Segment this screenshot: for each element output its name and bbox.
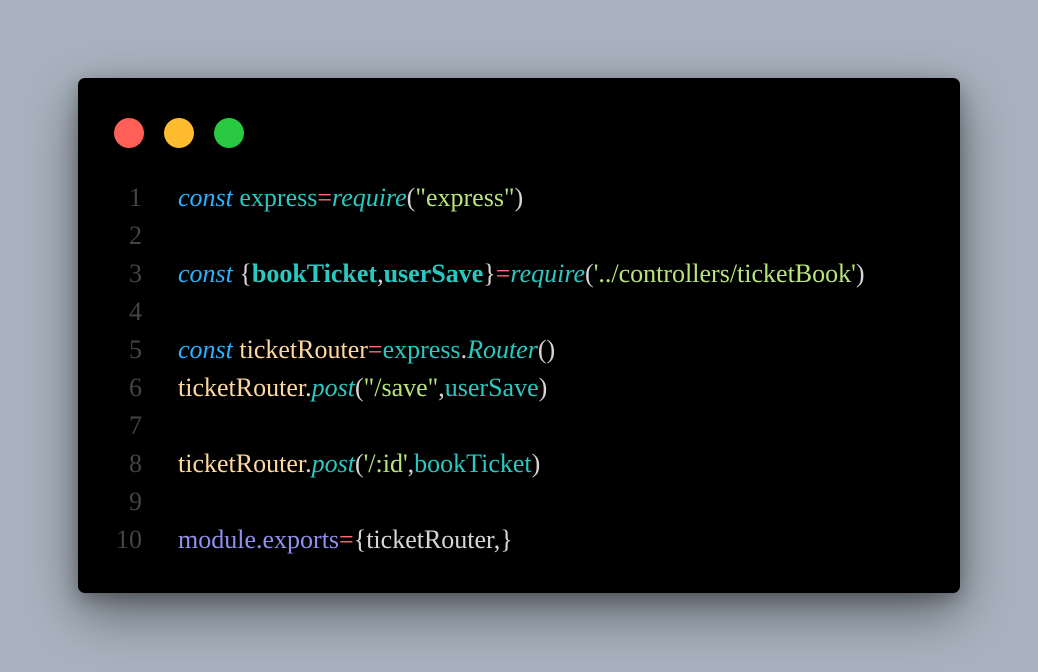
code-text: const {bookTicket,userSave}=require('../…: [178, 255, 865, 293]
code-token: userSave: [383, 259, 484, 288]
code-token: express: [382, 335, 461, 364]
code-token: ticketRouter: [178, 373, 306, 402]
code-line: 7: [78, 407, 960, 445]
code-token: =: [339, 525, 354, 554]
code-token: const: [178, 335, 233, 364]
line-number: 4: [129, 297, 142, 326]
code-text: ticketRouter.post("/save",userSave): [178, 369, 547, 407]
code-token: bookTicket: [251, 259, 378, 288]
maximize-dot-icon[interactable]: [214, 118, 244, 148]
line-number: 2: [129, 221, 142, 250]
code-line: 5 const ticketRouter=express.Router(): [78, 331, 960, 369]
line-number: 1: [129, 183, 142, 212]
code-token: =: [495, 259, 511, 288]
code-token: express: [239, 183, 318, 212]
code-token: {: [239, 259, 252, 288]
code-token: (: [585, 259, 594, 288]
code-token: const: [178, 183, 233, 212]
code-token: post: [311, 373, 355, 402]
code-token: (: [354, 373, 364, 402]
code-text: ticketRouter.post('/:id',bookTicket): [178, 445, 540, 483]
code-token: Router: [467, 335, 538, 364]
code-line: 10 module.exports={ticketRouter,}: [78, 521, 960, 559]
close-dot-icon[interactable]: [114, 118, 144, 148]
code-token: {: [353, 525, 367, 554]
line-number: 9: [129, 487, 142, 516]
line-number: 7: [129, 411, 142, 440]
line-number: 5: [129, 335, 142, 364]
code-block: 1 const express=require("express") 2 3 const…: [78, 179, 960, 559]
code-token: }: [483, 259, 496, 288]
code-line: 9: [78, 483, 960, 521]
code-token: }: [500, 525, 513, 554]
code-text: const express=require("express"): [178, 179, 523, 217]
code-token: module: [178, 525, 256, 554]
code-token: ): [538, 373, 548, 402]
code-token: userSave: [444, 373, 539, 402]
code-token: require: [332, 183, 407, 212]
line-number: 8: [129, 449, 142, 478]
code-token: ticketRouter: [239, 335, 368, 364]
code-line: 1 const express=require("express"): [78, 179, 960, 217]
minimize-dot-icon[interactable]: [164, 118, 194, 148]
code-token: "/save": [363, 373, 439, 402]
code-token: require: [510, 259, 586, 288]
code-token: ticketRouter: [366, 525, 494, 554]
code-text: const ticketRouter=express.Router(): [178, 331, 555, 369]
line-number: 3: [129, 259, 142, 288]
code-token: exports: [262, 525, 340, 554]
line-number: 10: [116, 525, 142, 554]
code-token: post: [311, 449, 355, 478]
code-window: 1 const express=require("express") 2 3 const…: [78, 78, 960, 593]
code-token: const: [178, 259, 233, 288]
code-line: 2: [78, 217, 960, 255]
code-token: bookTicket: [414, 449, 532, 478]
line-number: 6: [129, 373, 142, 402]
code-token: =: [367, 335, 383, 364]
code-line: 6 ticketRouter.post("/save",userSave): [78, 369, 960, 407]
code-token: ): [531, 449, 541, 478]
code-token: ): [855, 259, 865, 288]
code-token: (): [537, 335, 556, 364]
code-token: '/:id': [363, 449, 408, 478]
code-token: ): [514, 183, 524, 212]
code-token: '../controllers/ticketBook': [593, 259, 856, 288]
code-line: 8 ticketRouter.post('/:id',bookTicket): [78, 445, 960, 483]
code-token: =: [317, 183, 333, 212]
code-line: 4: [78, 293, 960, 331]
code-token: "express": [415, 183, 515, 212]
code-text: module.exports={ticketRouter,}: [178, 521, 513, 559]
code-token: (: [354, 449, 364, 478]
code-token: ticketRouter: [178, 449, 306, 478]
code-line: 3 const {bookTicket,userSave}=require('..…: [78, 255, 960, 293]
